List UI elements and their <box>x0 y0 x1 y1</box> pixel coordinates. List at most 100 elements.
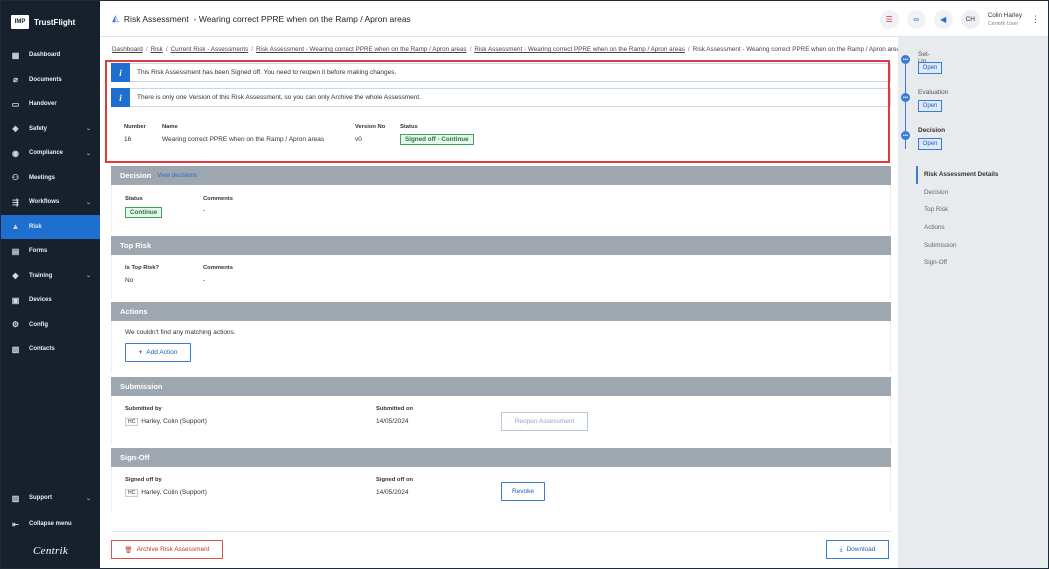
app-frame: IMP TrustFlight ▦ Dashboard ⌀ Documents ▭ Han… <box>1 1 1048 568</box>
breadcrumb-item[interactable]: Risk <box>151 46 163 53</box>
megaphone-icon[interactable]: ◀ <box>933 10 953 29</box>
avatar[interactable]: CH <box>960 10 980 29</box>
sidebar-item-documents[interactable]: ⌀ Documents <box>1 68 100 93</box>
sidebar-item-handover[interactable]: ▭ Handover <box>1 92 100 117</box>
sidebar-item-safety[interactable]: ◈ Safety ⌄ <box>1 117 100 142</box>
sidebar-item-workflows[interactable]: ⇶ Workflows ⌄ <box>1 190 100 215</box>
breadcrumb-item[interactable]: Risk Assessment - Wearing correct PPRE w… <box>256 46 467 53</box>
sidebar-item-contacts[interactable]: ▧ Contacts <box>1 337 100 362</box>
download-button[interactable]: ⤓ Download <box>826 540 889 559</box>
section-body: Signed off by HC Harley, Colin (Support) … <box>111 467 891 512</box>
step-open-button[interactable]: Open <box>918 100 942 112</box>
paperclip-icon: ⌀ <box>13 75 18 85</box>
subnav-item-sign-off[interactable]: Sign-Off <box>918 254 998 272</box>
trash-icon: 🗑 <box>124 546 133 554</box>
actions-section: Actions We couldn't find any matching ac… <box>111 302 891 373</box>
reopen-assessment-button[interactable]: Reopen Assessment <box>501 412 588 431</box>
brand-logo: IMP <box>11 15 29 29</box>
section-body: Submitted by HC Harley, Colin (Support) S… <box>111 396 891 444</box>
number-value: 16 <box>124 136 132 143</box>
add-action-button[interactable]: + Add Action <box>125 343 191 362</box>
collapse-menu-button[interactable]: ⇤ Collapse menu <box>1 511 100 537</box>
ellipsis-icon: ••• <box>901 93 910 102</box>
archive-risk-assessment-button[interactable]: 🗑 Archive Risk Assessment <box>111 540 223 559</box>
sidebar-item-meetings[interactable]: ⚇ Meetings <box>1 166 100 191</box>
no-actions-message: We couldn't find any matching actions. <box>125 329 236 336</box>
status-badge: Signed off - Continue <box>400 134 474 145</box>
gear-icon: ⚙ <box>11 320 20 330</box>
sidebar-item-label: Contacts <box>29 346 55 353</box>
decision-status-label: Status <box>125 196 143 202</box>
subnav-item-decision[interactable]: Decision <box>918 184 998 202</box>
decision-status-badge: Continue <box>125 207 163 218</box>
sidebar-item-label: Devices <box>29 297 52 304</box>
page-title-main: Risk Assessment <box>123 13 189 24</box>
sidebar-item-forms[interactable]: ▤ Forms <box>1 239 100 264</box>
sidebar-item-label: Meetings <box>29 174 56 181</box>
notifications-icon[interactable]: ☰ <box>879 10 899 29</box>
footer-divider <box>111 531 891 532</box>
subnav-item-submission[interactable]: Submission <box>918 236 998 254</box>
sidebar-item-label: Documents <box>29 76 62 83</box>
subnav-item-top-risk[interactable]: Top Risk <box>918 201 998 219</box>
is-top-risk-label: Is Top Risk? <box>125 265 160 271</box>
signed-off-on-label: Signed off on <box>376 477 414 483</box>
number-label: Number <box>124 124 146 130</box>
sidebar-item-support[interactable]: ▥ Support ⌄ <box>1 485 100 511</box>
info-alert: i This Risk Assessment has been Signed o… <box>111 63 891 82</box>
sidebar-item-config[interactable]: ⚙ Config <box>1 313 100 338</box>
breadcrumb-separator: / <box>145 46 148 53</box>
top-risk-section: Top Risk Is Top Risk? No Comments - <box>111 236 891 298</box>
kebab-menu-icon[interactable]: ⋮ <box>1031 14 1040 25</box>
section-title: Submission <box>120 382 163 391</box>
centrik-logo: Centrik <box>33 545 69 557</box>
step-label: Evaluation <box>918 89 949 96</box>
section-subnav: Risk Assessment Details Decision Top Risk A… <box>916 166 998 272</box>
sidebar-item-label: Compliance <box>29 150 64 157</box>
subnav-item-actions[interactable]: Actions <box>918 219 998 237</box>
link-icon[interactable]: ∞ <box>906 10 926 29</box>
name-value: Wearing correct PPRE when on the Ramp / … <box>162 136 325 143</box>
top-risk-comments-label: Comments <box>203 265 233 271</box>
decision-comments-value: - <box>203 207 206 214</box>
info-icon: i <box>111 88 130 107</box>
sidebar-item-label: Safety <box>29 125 48 132</box>
sidebar-item-dashboard[interactable]: ▦ Dashboard <box>1 43 100 68</box>
breadcrumb-item[interactable]: Risk Assessment - Wearing correct PPRE w… <box>474 46 685 53</box>
devices-icon: ▣ <box>11 295 20 305</box>
user-initials: HC <box>125 418 139 426</box>
brand[interactable]: IMP TrustFlight <box>1 1 100 33</box>
signed-off-by-name: Harley, Colin (Support) <box>141 489 207 496</box>
sidebar-item-label: Forms <box>29 248 48 255</box>
breadcrumb-item[interactable]: Dashboard <box>112 46 143 53</box>
submitted-by-name: Harley, Colin (Support) <box>141 418 207 425</box>
breadcrumb-item[interactable]: Current Risk - Assessments <box>171 46 249 53</box>
section-body: We couldn't find any matching actions. +… <box>111 321 891 373</box>
sidebar-item-label: Dashboard <box>29 52 61 59</box>
sidebar-item-label: Training <box>29 272 53 279</box>
revoke-button[interactable]: Revoke <box>501 482 545 501</box>
graduation-cap-icon: ◆ <box>12 271 19 281</box>
ellipsis-icon: ••• <box>901 55 910 64</box>
sidebar-item-training[interactable]: ◆ Training ⌄ <box>1 264 100 289</box>
decision-section: Decision View decisions Status Continue … <box>111 166 891 232</box>
sidebar-item-risk[interactable]: ▲ Risk <box>1 214 100 239</box>
version-value: v0 <box>355 136 362 143</box>
forms-icon: ▤ <box>11 246 20 256</box>
main-panel: i This Risk Assessment has been Signed o… <box>111 63 891 512</box>
plus-icon: + <box>138 349 143 356</box>
step-open-button[interactable]: Open <box>918 62 942 74</box>
section-header: Sign-Off <box>111 448 891 467</box>
page-title: ◭ Risk Assessment - Wearing correct PPRE… <box>100 13 411 24</box>
sidebar-item-compliance[interactable]: ◉ Compliance ⌄ <box>1 141 100 166</box>
view-decisions-link[interactable]: View decisions <box>157 173 197 179</box>
is-top-risk-value: No <box>125 277 134 284</box>
sidebar-item-devices[interactable]: ▣ Devices <box>1 288 100 313</box>
subnav-item-risk-assessment-details[interactable]: Risk Assessment Details <box>916 166 998 184</box>
risk-icon: ▲ <box>11 222 20 232</box>
step-open-button[interactable]: Open <box>918 138 942 150</box>
submission-section: Submission Submitted by HC Harley, Colin … <box>111 377 891 444</box>
topbar: ◭ Risk Assessment - Wearing correct PPRE… <box>100 1 1048 37</box>
breadcrumb-item: Risk Assessment - Wearing correct PPRE w… <box>692 46 904 53</box>
user-info[interactable]: Colin Harley Centrik User <box>988 12 1022 28</box>
